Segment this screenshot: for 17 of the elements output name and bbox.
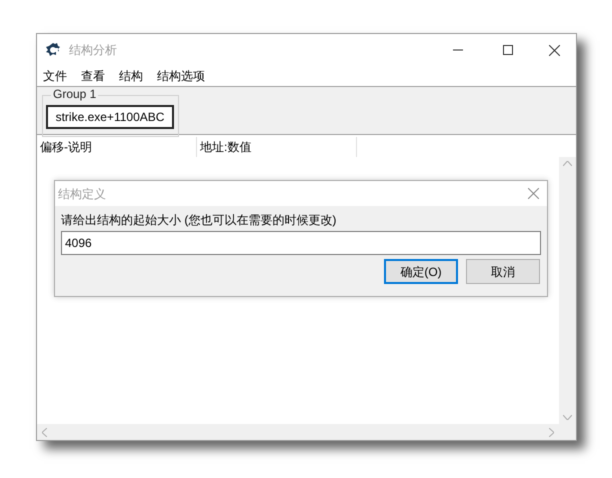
maximize-icon[interactable] xyxy=(503,45,513,55)
menu-item[interactable]: 文件 xyxy=(43,67,67,85)
size-field[interactable]: 4096 xyxy=(61,231,541,255)
menu-item[interactable]: 结构选项 xyxy=(157,67,205,85)
address-field[interactable]: strike.exe+1100ABC xyxy=(46,105,174,129)
menu-item[interactable]: 查看 xyxy=(81,67,105,85)
cancel-button[interactable]: 取消 xyxy=(466,259,540,284)
prompt-text: 请给出结构的起始大小 (您也可以在需要的时候更改) xyxy=(61,213,338,227)
menu-item[interactable]: 结构 xyxy=(119,67,143,85)
window-title: 结构分析 xyxy=(69,42,117,59)
group-title: Group 1 xyxy=(51,87,98,101)
close-icon[interactable] xyxy=(549,44,560,56)
column-header[interactable]: 偏移-说明 xyxy=(37,137,197,157)
ok-button[interactable]: 确定(O) xyxy=(384,259,458,284)
gear-icon xyxy=(45,42,61,58)
column-header[interactable]: 地址:数值 xyxy=(197,137,357,157)
dialog-title: 结构定义 xyxy=(58,186,106,202)
